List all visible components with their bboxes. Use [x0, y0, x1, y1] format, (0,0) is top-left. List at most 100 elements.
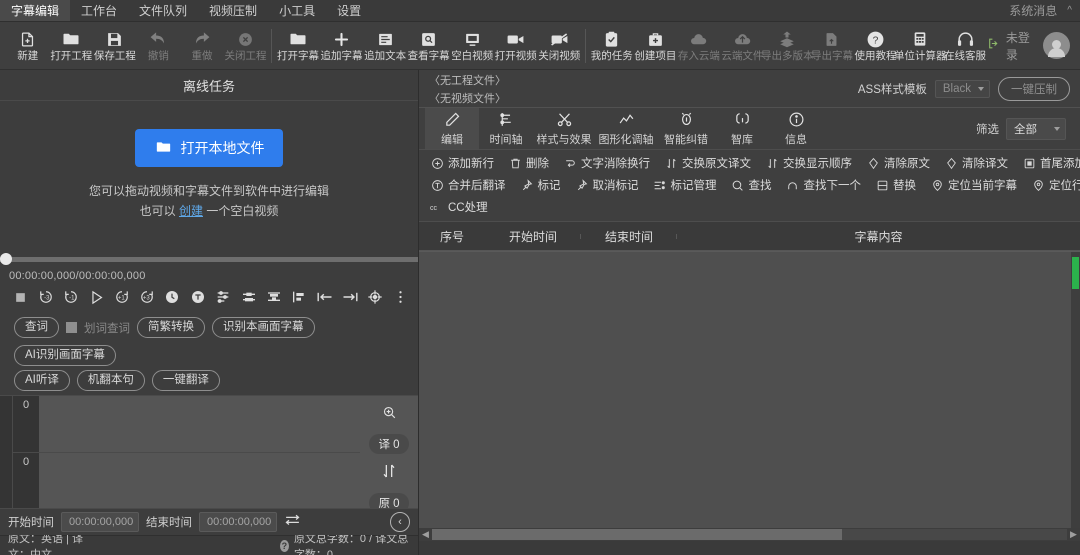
scroll-left-icon[interactable]: ◀ — [419, 529, 432, 540]
toolbar-button-export-multi-version[interactable]: 导出多版本 — [764, 23, 810, 69]
toolbar-button-blank-video[interactable]: 空白视频 — [450, 23, 494, 69]
scroll-right-icon[interactable]: ▶ — [1067, 529, 1080, 540]
forward-1-second-button[interactable]: +1 — [111, 285, 133, 310]
create-blank-video-link[interactable]: 创建 — [179, 204, 203, 218]
toolbar-button-open-subtitle[interactable]: 打开字幕 — [276, 23, 320, 69]
cmd-replace[interactable]: 替换 — [868, 176, 923, 194]
more-options-button[interactable] — [390, 285, 412, 310]
forward-3-seconds-button[interactable]: +3 — [136, 285, 158, 310]
toolbar-button-open-project[interactable]: 打开工程 — [50, 23, 94, 69]
tab-smart-correct[interactable]: 智能纠错 — [657, 108, 715, 149]
tab-edit[interactable]: 编辑 — [425, 108, 479, 149]
toolbar-button-close-project[interactable]: 关闭工程 — [224, 23, 268, 69]
toolbar-button-new[interactable]: 新建 — [6, 23, 50, 69]
toolbar-button-save-to-cloud[interactable]: 存入云端 — [677, 23, 721, 69]
horizontal-scrollbar[interactable]: ◀ ▶ — [419, 528, 1080, 541]
align-vertical-button[interactable] — [263, 285, 285, 310]
edit-row-translation[interactable]: 0 — [13, 396, 418, 452]
cmd-cc-processing[interactable]: cc CC处理 — [423, 198, 495, 216]
chevron-up-icon[interactable]: ^ — [1067, 5, 1072, 16]
ass-template-select[interactable]: Black — [935, 80, 990, 98]
cmd-delete[interactable]: 删除 — [501, 154, 556, 172]
toolbar-button-cloud-files[interactable]: 云端文件 — [721, 23, 765, 69]
toolbar-button-undo[interactable]: 撤销 — [137, 23, 181, 69]
menu-item-settings[interactable]: 设置 — [326, 0, 372, 21]
cmd-clear-translation[interactable]: 清除译文 — [937, 154, 1015, 172]
menu-item-subtitle-edit[interactable]: 字幕编辑 — [0, 0, 70, 21]
question-mark-icon[interactable]: ? — [280, 540, 289, 552]
seek-handle[interactable] — [0, 253, 12, 265]
text-overlay-button[interactable] — [187, 285, 209, 310]
cmd-remove-line-breaks[interactable]: 文字消除换行 — [556, 154, 657, 172]
toolbar-button-export-subtitle[interactable]: 导出字幕 — [810, 23, 854, 69]
one-click-encode-button[interactable]: 一键压制 — [998, 77, 1070, 101]
toolbar-button-append-text[interactable]: 追加文本 — [363, 23, 407, 69]
recognize-current-frame-subtitle-button[interactable]: 识别本画面字幕 — [212, 317, 315, 338]
horizontal-scroll-track[interactable] — [432, 529, 1067, 540]
toolbar-button-append-subtitle[interactable]: 追加字幕 — [320, 23, 364, 69]
ai-recognize-frame-subtitle-button[interactable]: AI识别画面字幕 — [14, 345, 116, 366]
user-avatar-icon[interactable] — [1043, 32, 1070, 59]
locate-target-button[interactable] — [364, 285, 386, 310]
back-3-seconds-button[interactable]: -3 — [34, 285, 56, 310]
set-out-point-button[interactable] — [339, 285, 361, 310]
tab-graphical-timing[interactable]: 图形化调轴 — [595, 108, 657, 149]
back-1-second-button[interactable]: -1 — [60, 285, 82, 310]
play-button[interactable] — [85, 285, 107, 310]
toolbar-button-tutorial[interactable]: ? 使用教程 — [854, 23, 898, 69]
toolbar-button-save-project[interactable]: 保存工程 — [93, 23, 137, 69]
stop-button[interactable] — [9, 285, 31, 310]
horizontal-scrollbar-thumb[interactable] — [432, 529, 842, 540]
subtitle-table-body[interactable] — [419, 251, 1080, 528]
swap-horizontal-icon[interactable] — [284, 512, 301, 532]
cmd-swap-original-translation[interactable]: 交换原文译文 — [657, 154, 758, 172]
cmd-mark-manager[interactable]: 标记管理 — [646, 176, 724, 194]
cmd-add-new-line[interactable]: 添加新行 — [423, 154, 501, 172]
align-left-button[interactable] — [288, 285, 310, 310]
edit-row-original[interactable]: 0 — [13, 452, 418, 509]
cmd-unmark[interactable]: 取消标记 — [568, 176, 646, 194]
tab-knowledge-base[interactable]: 智库 — [715, 108, 769, 149]
cmd-mark[interactable]: 标记 — [513, 176, 568, 194]
ai-transcribe-button[interactable]: AI听译 — [14, 370, 70, 391]
toolbar-button-online-support[interactable]: 在线客服 — [943, 23, 987, 69]
cmd-find-next[interactable]: 查找下一个 — [779, 176, 869, 194]
column-header-start-time[interactable]: 开始时间 — [485, 228, 581, 245]
video-drop-area[interactable]: 打开本地文件 您可以拖动视频和字幕文件到软件中进行编辑 也可以 创建 一个空白视… — [0, 101, 418, 249]
column-header-end-time[interactable]: 结束时间 — [581, 228, 677, 245]
toolbar-button-unit-calculator[interactable]: 单位计算器 — [897, 23, 943, 69]
menu-item-video-encode[interactable]: 视频压制 — [198, 0, 268, 21]
tab-style-effects[interactable]: 样式与效果 — [533, 108, 595, 149]
cmd-merge-then-translate[interactable]: 合并后翻译 — [423, 176, 513, 194]
end-time-input[interactable]: 00:00:00,000 — [199, 512, 277, 532]
translation-count-pill[interactable]: 译 0 — [369, 434, 408, 454]
cmd-locate-current-subtitle[interactable]: 定位当前字幕 — [923, 176, 1024, 194]
lookup-word-button[interactable]: 查词 — [14, 317, 59, 338]
column-header-index[interactable]: 序号 — [419, 228, 485, 245]
swap-rows-button[interactable] — [381, 463, 397, 484]
menu-item-workbench[interactable]: 工作台 — [70, 0, 128, 21]
system-message-label[interactable]: 系统消息 — [1009, 2, 1057, 19]
open-local-file-button[interactable]: 打开本地文件 — [135, 129, 283, 167]
toolbar-button-create-project[interactable]: 创建项目 — [634, 23, 678, 69]
machine-translate-line-button[interactable]: 机翻本句 — [77, 370, 145, 391]
vertical-scrollbar[interactable] — [1071, 252, 1080, 528]
tab-timeline[interactable]: 时间轴 — [479, 108, 533, 149]
login-status-label[interactable]: 未登录 — [1006, 29, 1037, 63]
cmd-find[interactable]: 查找 — [724, 176, 779, 194]
cmd-append-head-tail[interactable]: 首尾添加 — [1015, 154, 1080, 172]
zoom-in-button[interactable] — [382, 405, 397, 425]
adjust-settings-button[interactable] — [212, 285, 234, 310]
highlight-lookup-checkbox[interactable] — [66, 322, 77, 333]
vertical-scrollbar-thumb[interactable] — [1072, 257, 1079, 289]
menu-item-file-queue[interactable]: 文件队列 — [128, 0, 198, 21]
video-seek-bar[interactable] — [0, 249, 418, 269]
cmd-swap-display-order[interactable]: 交换显示顺序 — [758, 154, 859, 172]
simplified-traditional-convert-button[interactable]: 简繁转换 — [137, 317, 205, 338]
align-horizontal-button[interactable] — [237, 285, 259, 310]
toolbar-button-view-subtitle[interactable]: 查看字幕 — [407, 23, 451, 69]
toolbar-button-open-video[interactable]: 打开视频 — [494, 23, 538, 69]
set-time-button[interactable] — [161, 285, 183, 310]
toolbar-button-redo[interactable]: 重做 — [180, 23, 224, 69]
toolbar-button-close-video[interactable]: 关闭视频 — [538, 23, 582, 69]
